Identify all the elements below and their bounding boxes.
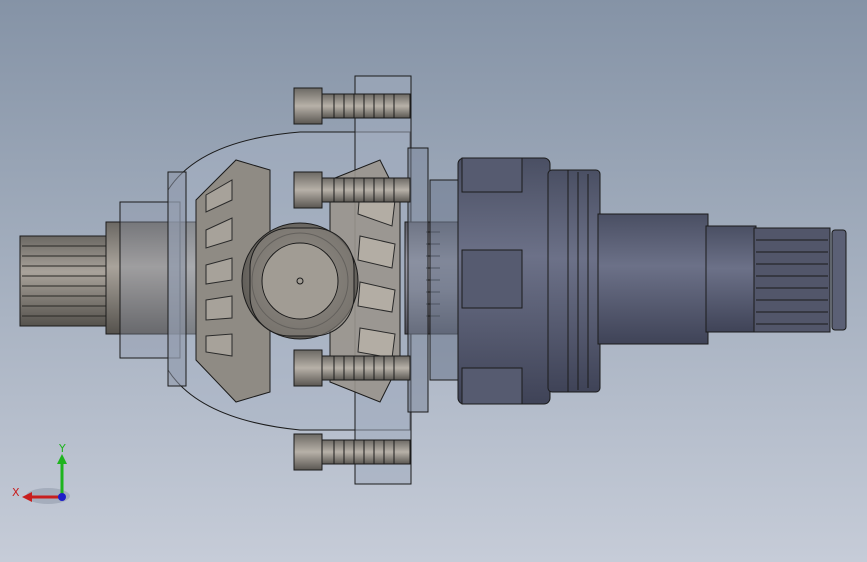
right-spline [753,227,847,333]
graphics-viewport[interactable]: Y X [0,0,867,562]
spider-hub [241,222,359,340]
z-axis-dot [58,493,66,501]
x-axis-arrowhead [22,492,32,502]
clutch-housing [457,157,601,405]
differential-assembly-model[interactable] [0,0,867,562]
y-axis-label: Y [58,442,66,455]
right-shaft [597,213,757,345]
y-axis-arrowhead [57,454,67,464]
middle-shaft [404,147,466,413]
x-axis-label: X [12,486,20,499]
left-spline-stub [19,235,109,327]
coordinate-triad: Y X [12,442,70,504]
